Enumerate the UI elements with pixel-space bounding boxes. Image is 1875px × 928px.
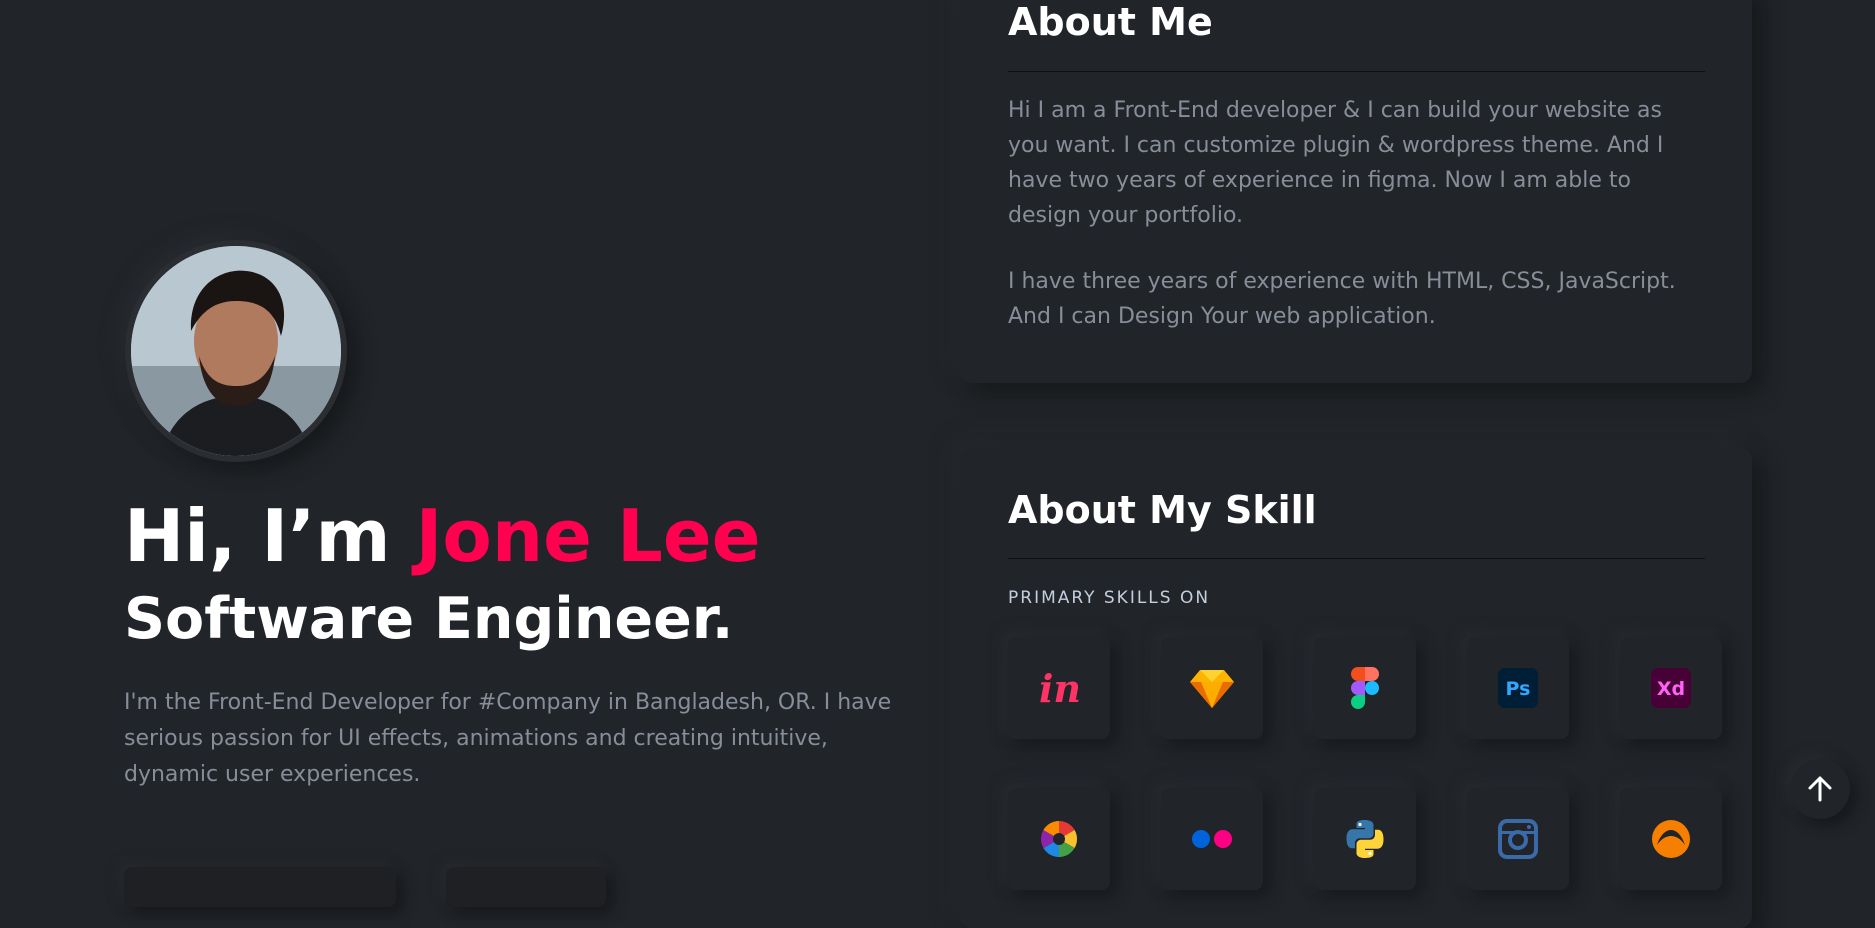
skill-tile-python[interactable] bbox=[1314, 788, 1416, 890]
hero-role: Software Engineer. bbox=[124, 586, 734, 652]
adobe-xd-icon: Xd bbox=[1651, 668, 1691, 708]
profile-photo bbox=[131, 246, 341, 456]
skill-tile-picasa[interactable] bbox=[1008, 788, 1110, 890]
profile-avatar bbox=[125, 240, 347, 462]
about-me-title: About Me bbox=[1008, 0, 1213, 44]
skill-tile-photoshop[interactable]: Ps bbox=[1467, 637, 1569, 739]
skill-tile-sketch[interactable] bbox=[1161, 637, 1263, 739]
about-me-card: About Me Hi I am a Front-End developer &… bbox=[960, 0, 1752, 383]
grooveshark-icon bbox=[1652, 820, 1690, 858]
about-paragraph-1: Hi I am a Front-End developer & I can bu… bbox=[1008, 98, 1664, 228]
skill-tile-grooveshark[interactable] bbox=[1620, 788, 1722, 890]
skill-tile-adobe-xd[interactable]: Xd bbox=[1620, 637, 1722, 739]
hero-button-primary[interactable] bbox=[124, 867, 396, 907]
svg-text:in: in bbox=[1039, 666, 1081, 711]
skills-title: About My Skill bbox=[1008, 488, 1317, 532]
hero-greeting: Hi, I’m bbox=[124, 494, 391, 578]
skills-card: About My Skill PRIMARY SKILLS ON in Ps X… bbox=[960, 448, 1752, 928]
svg-text:Ps: Ps bbox=[1506, 678, 1531, 700]
about-paragraph-2: I have three years of experience with HT… bbox=[1008, 269, 1676, 329]
arrow-up-icon bbox=[1808, 776, 1832, 802]
skills-divider bbox=[1008, 558, 1705, 559]
svg-text:Xd: Xd bbox=[1657, 678, 1685, 700]
hero-name: Jone Lee bbox=[415, 494, 761, 578]
skill-tile-figma[interactable] bbox=[1314, 637, 1416, 739]
python-icon bbox=[1346, 820, 1384, 858]
skills-label: PRIMARY SKILLS ON bbox=[1008, 588, 1211, 608]
back-to-top-button[interactable] bbox=[1790, 759, 1850, 819]
flickr-icon bbox=[1192, 830, 1232, 848]
figma-icon bbox=[1351, 667, 1379, 709]
picasa-icon bbox=[1040, 821, 1078, 857]
about-divider bbox=[1008, 71, 1705, 72]
photoshop-icon: Ps bbox=[1498, 668, 1538, 708]
instagram-icon bbox=[1498, 819, 1538, 859]
skill-tile-flickr[interactable] bbox=[1161, 788, 1263, 890]
invision-icon: in bbox=[1039, 666, 1081, 711]
skill-tile-instagram[interactable] bbox=[1467, 788, 1569, 890]
hero-description: I'm the Front-End Developer for #Company… bbox=[124, 690, 892, 787]
hero-heading: Hi, I’m Jone Lee bbox=[124, 488, 761, 584]
skill-tile-invision[interactable]: in bbox=[1008, 637, 1110, 739]
sketch-icon bbox=[1190, 670, 1234, 708]
hero-button-secondary[interactable] bbox=[446, 867, 606, 907]
